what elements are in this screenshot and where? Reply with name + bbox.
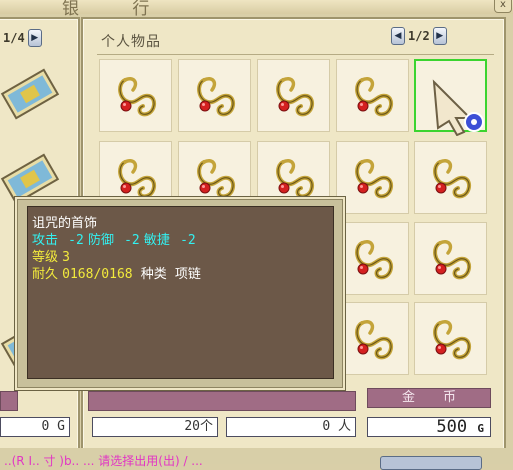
agility-label: 敏捷	[143, 233, 170, 248]
cursed-necklace-icon	[355, 240, 393, 280]
cursed-necklace-icon	[433, 320, 471, 360]
cursed-necklace-icon	[355, 320, 393, 360]
left-page-indicator: 1/4	[3, 31, 25, 45]
item-tooltip: 诅咒的首饰 攻击 -2 防御 -2 敏捷 -2 等级 3 耐久 0168/016…	[14, 196, 346, 391]
durability-label: 耐久	[32, 267, 59, 282]
cursed-necklace-icon	[197, 77, 235, 117]
left-next-page-button[interactable]: ▶	[27, 29, 42, 47]
status-hint: ..(R I.. 寸 )b.. ... 请选择出用(出) / ...	[4, 454, 203, 468]
gold-unit: G	[477, 422, 484, 435]
type-value: 项链	[174, 267, 201, 282]
inventory-slot[interactable]	[336, 302, 409, 375]
inventory-slot[interactable]	[414, 222, 487, 295]
inventory-slot[interactable]	[178, 59, 251, 132]
user-count-field[interactable]: 0 人	[226, 417, 356, 437]
storage-gold-field[interactable]: 0 G	[0, 417, 70, 437]
item-count-field[interactable]: 20个	[92, 417, 218, 437]
tooltip-durability-line: 耐久 0168/0168 种类 项链	[32, 263, 201, 282]
inventory-slot[interactable]	[414, 302, 487, 375]
agility-value: -2	[180, 233, 196, 248]
inventory-next-page-button[interactable]: ▶	[432, 27, 447, 45]
durability-value: 0168/0168	[62, 267, 133, 282]
left-pager: 1/4 ▶	[2, 29, 42, 47]
divider	[97, 54, 494, 55]
window-titlebar: 银 行 x	[0, 0, 513, 19]
inventory-slot[interactable]	[414, 141, 487, 214]
cursed-necklace-icon	[118, 77, 156, 117]
inventory-slot[interactable]	[257, 59, 330, 132]
personal-items-title: 个人物品	[101, 34, 161, 50]
defense-label: 防御	[87, 233, 114, 248]
gold-amount-field[interactable]: 500 G	[367, 417, 491, 437]
cursed-necklace-icon	[355, 77, 393, 117]
inventory-slot[interactable]	[336, 141, 409, 214]
deposit-label-bar	[0, 391, 18, 411]
inventory-prev-page-button[interactable]: ◀	[391, 27, 405, 45]
tooltip-body: 诅咒的首饰 攻击 -2 防御 -2 敏捷 -2 等级 3 耐久 0168/016…	[27, 206, 334, 379]
cursed-necklace-icon	[276, 77, 314, 117]
attack-value: -2	[68, 233, 84, 248]
inventory-pager: ◀ 1/2 ▶	[391, 27, 447, 45]
gold-amount: 500	[436, 417, 468, 437]
inventory-slot[interactable]	[99, 59, 172, 132]
type-label: 种类	[140, 267, 167, 282]
quantity-label-bar	[88, 391, 356, 411]
storage-card-icon[interactable]	[0, 64, 60, 124]
cursor-icon	[432, 79, 484, 136]
cursed-necklace-icon	[433, 159, 471, 199]
cursed-necklace-icon	[355, 159, 393, 199]
defense-value: -2	[124, 233, 140, 248]
inventory-page-indicator: 1/2	[408, 29, 430, 43]
close-button[interactable]: x	[494, 0, 512, 13]
gold-label: 金币	[367, 388, 491, 408]
cursed-necklace-icon	[433, 240, 471, 280]
confirm-button[interactable]	[380, 456, 482, 470]
inventory-slot[interactable]	[336, 59, 409, 132]
inventory-slot[interactable]	[336, 222, 409, 295]
